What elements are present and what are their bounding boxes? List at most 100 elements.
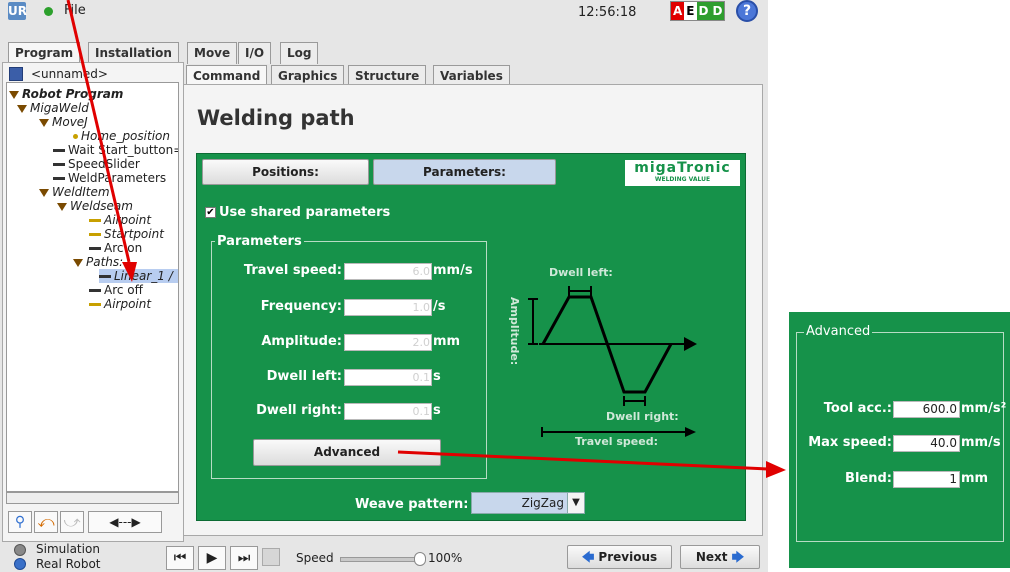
tree-label: WeldItem bbox=[52, 185, 110, 199]
tree-item-arc-on[interactable]: Arc on bbox=[89, 241, 142, 255]
dwell-left-field[interactable]: 0.1 bbox=[344, 369, 432, 386]
parameters-button[interactable]: Parameters: bbox=[373, 159, 556, 185]
tree-item-linear-1[interactable]: Linear_1 / bbox=[99, 269, 178, 283]
amplitude-field[interactable]: 2.0 bbox=[344, 334, 432, 351]
tree-label: Airpoint bbox=[104, 297, 152, 311]
tree-label: MoveJ bbox=[52, 115, 88, 129]
blend-label: Blend: bbox=[845, 471, 892, 486]
program-name: <unnamed> bbox=[31, 67, 108, 81]
speed-value: 100% bbox=[428, 551, 463, 565]
tool-acc-label: Tool acc.: bbox=[823, 401, 892, 416]
tree-item-home-position[interactable]: Home_position bbox=[73, 129, 170, 143]
tree-item-robot-program[interactable]: Robot Program bbox=[9, 87, 123, 101]
simulation-radio[interactable] bbox=[14, 544, 26, 556]
tab-program[interactable]: Program bbox=[8, 42, 81, 64]
collapse-icon bbox=[9, 90, 19, 99]
tree-item-speedslider[interactable]: SpeedSlider bbox=[53, 157, 140, 171]
status-dot-icon bbox=[44, 7, 53, 16]
tab-log[interactable]: Log bbox=[280, 42, 319, 64]
speed-slider-handle[interactable] bbox=[414, 552, 426, 566]
tree-item-weldparameters[interactable]: WeldParameters bbox=[53, 171, 166, 185]
dwell-left-unit: s bbox=[433, 369, 441, 384]
frequency-field[interactable]: 1.0 bbox=[344, 299, 432, 316]
expand-collapse-button[interactable]: ◀---▶ bbox=[88, 511, 162, 533]
step-button[interactable]: ⏭ bbox=[230, 546, 258, 570]
command-icon bbox=[53, 149, 65, 152]
dwell-right-text: Dwell right: bbox=[606, 410, 679, 423]
tree-label: Arc off bbox=[104, 283, 143, 297]
tree-item-welditem[interactable]: WeldItem bbox=[39, 185, 110, 199]
tree-item-airpoint-1[interactable]: Airpoint bbox=[89, 213, 151, 227]
tree-item-weldseam[interactable]: Weldseam bbox=[57, 199, 133, 213]
weave-pattern-label: Weave pattern: bbox=[355, 497, 469, 512]
advanced-panel-title: Advanced bbox=[804, 324, 873, 339]
tab-installation[interactable]: Installation bbox=[88, 42, 179, 64]
help-label: ? bbox=[742, 3, 752, 19]
tree-item-migaweld[interactable]: MigaWeld bbox=[17, 101, 89, 115]
use-shared-checkbox[interactable]: ✔ bbox=[205, 207, 216, 218]
polyscope-window: UR File 12:56:18 A E D D ? Program Insta… bbox=[0, 0, 768, 572]
tree-item-startpoint[interactable]: Startpoint bbox=[89, 227, 164, 241]
blend-field[interactable]: 1 bbox=[893, 471, 960, 488]
tool-acc-unit: mm/s² bbox=[961, 401, 1007, 416]
max-speed-field[interactable]: 40.0 bbox=[893, 435, 960, 452]
weave-pattern-value: ZigZag bbox=[521, 496, 564, 510]
simulation-label: Simulation bbox=[36, 542, 100, 556]
redo-icon[interactable]: ⤻ bbox=[60, 511, 84, 533]
travel-speed-field[interactable]: 6.0 bbox=[344, 263, 432, 280]
page-title: Welding path bbox=[197, 106, 355, 130]
tree-scrollbar[interactable] bbox=[6, 492, 179, 504]
collapse-icon bbox=[39, 188, 49, 197]
aedd-badge[interactable]: A E D D bbox=[670, 1, 726, 21]
annotation-arrow-advanced-head bbox=[766, 461, 786, 478]
undo-icon[interactable]: ⤺ bbox=[34, 511, 58, 533]
tree-item-wait[interactable]: Wait Start_button=H bbox=[53, 143, 178, 157]
search-icon[interactable]: ⚲ bbox=[8, 511, 32, 533]
speed-label: Speed bbox=[296, 551, 334, 565]
logo-tagline: WELDING VALUE bbox=[654, 176, 711, 183]
weave-pattern-select[interactable]: ZigZag ▼ bbox=[471, 492, 585, 514]
file-menu[interactable]: File bbox=[64, 3, 86, 18]
stop-button[interactable] bbox=[262, 548, 280, 566]
command-icon bbox=[89, 303, 101, 306]
welding-path-panel: Positions: Parameters: migaTronic WELDIN… bbox=[196, 153, 746, 521]
speed-slider[interactable] bbox=[340, 557, 420, 562]
tree-label: Paths: bbox=[86, 255, 124, 269]
arrow-right-icon: 🡆 bbox=[727, 550, 745, 564]
collapse-icon bbox=[39, 118, 49, 127]
top-bar: UR File 12:56:18 A E D D ? Program Insta… bbox=[0, 0, 768, 64]
advanced-button[interactable]: Advanced bbox=[253, 439, 441, 466]
tree-label: Airpoint bbox=[104, 213, 152, 227]
clock: 12:56:18 bbox=[578, 5, 637, 20]
dwell-right-field[interactable]: 0.1 bbox=[344, 403, 432, 420]
save-icon[interactable] bbox=[9, 67, 23, 81]
parameters-group-title: Parameters bbox=[215, 234, 304, 249]
tree-item-movej[interactable]: MoveJ bbox=[39, 115, 88, 129]
tree-item-paths[interactable]: Paths: bbox=[73, 255, 123, 269]
frequency-unit: /s bbox=[433, 299, 446, 314]
command-icon bbox=[53, 177, 65, 180]
weave-waveform bbox=[541, 295, 673, 394]
tool-acc-field[interactable]: 600.0 bbox=[893, 401, 960, 418]
command-icon bbox=[89, 219, 101, 222]
tree-label: SpeedSlider bbox=[68, 157, 140, 171]
screenshot-root: UR File 12:56:18 A E D D ? Program Insta… bbox=[0, 0, 1010, 572]
travel-speed-text: Travel speed: bbox=[575, 435, 658, 448]
tree-item-arc-off[interactable]: Arc off bbox=[89, 283, 143, 297]
dwell-left-text: Dwell left: bbox=[549, 266, 613, 279]
chevron-down-icon: ▼ bbox=[567, 493, 584, 513]
command-icon bbox=[89, 233, 101, 236]
tree-item-airpoint-2[interactable]: Airpoint bbox=[89, 297, 151, 311]
play-button[interactable]: ▶ bbox=[198, 546, 226, 570]
positions-button[interactable]: Positions: bbox=[202, 159, 369, 185]
real-robot-radio[interactable] bbox=[14, 558, 26, 570]
rewind-button[interactable]: ⏮ bbox=[166, 546, 194, 570]
tree-label: MigaWeld bbox=[30, 101, 89, 115]
tab-io[interactable]: I/O bbox=[238, 42, 272, 64]
aedd-letter-d1: D bbox=[696, 2, 711, 20]
help-icon[interactable]: ? bbox=[736, 0, 758, 22]
next-button[interactable]: Next 🡆 bbox=[680, 545, 760, 569]
previous-button[interactable]: 🡄 Previous bbox=[567, 545, 672, 569]
tab-move[interactable]: Move bbox=[187, 42, 238, 64]
tree-label: Startpoint bbox=[104, 227, 164, 241]
